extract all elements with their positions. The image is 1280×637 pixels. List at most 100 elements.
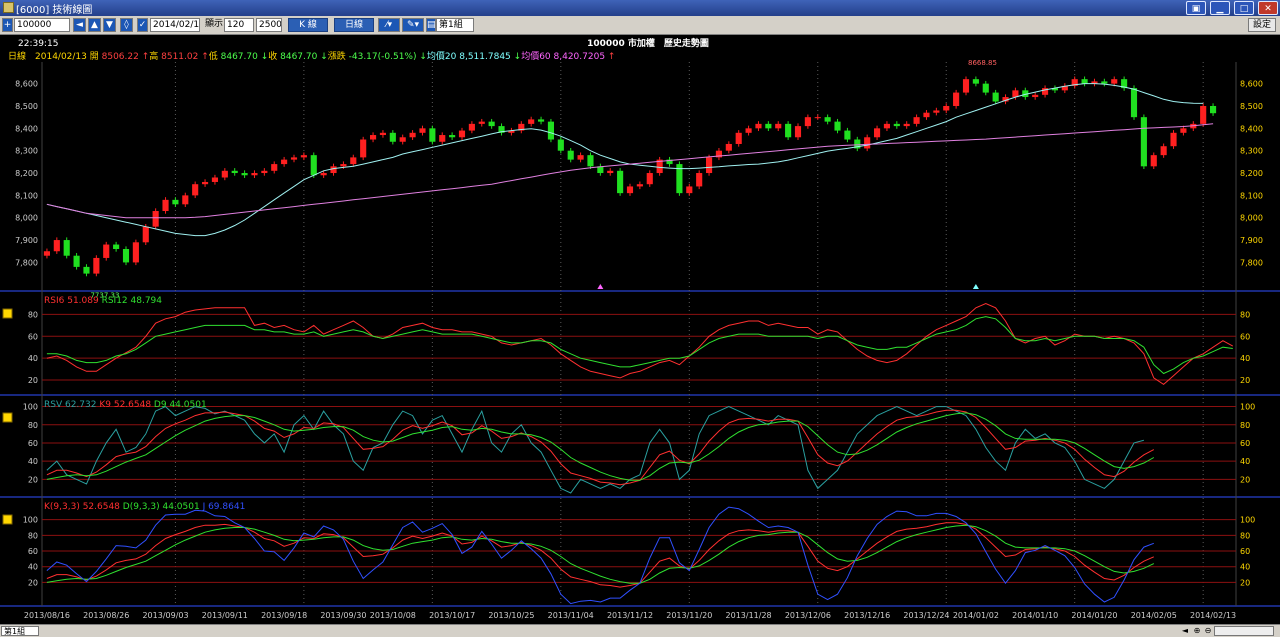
legend-value: 62.732 (65, 400, 99, 410)
candle-body (439, 135, 446, 142)
candle-body (409, 132, 416, 138)
x-tick-label: 2013/10/17 (429, 611, 475, 620)
x-tick-label: 2013/11/04 (548, 611, 594, 620)
x-tick-label: 2013/08/16 (24, 611, 70, 620)
y-tick-label-right: 8,100 (1240, 191, 1263, 200)
candle-body (873, 128, 881, 138)
x-tick-label: 2014/01/02 (953, 611, 999, 620)
candle-body (646, 173, 653, 185)
header-field: 開 (90, 51, 102, 62)
candle-body (281, 159, 288, 165)
x-tick-label: 2013/11/20 (666, 611, 712, 620)
candle-body (1032, 94, 1039, 98)
panel-toggle-icon (2, 308, 13, 319)
y-tick-label-left: 8,400 (15, 124, 38, 133)
legend-name: RSI12 (102, 296, 131, 306)
candle-body (53, 240, 60, 252)
candle-body (360, 139, 367, 158)
technical-chart: 22:39:15 100000 市加權 歷史走勢圖日線 2014/02/13 開 … (0, 37, 1280, 620)
settings-button[interactable]: 設定 (1248, 18, 1276, 32)
indicator-line (46, 409, 1155, 486)
y-tick-label-left: 7,800 (15, 258, 38, 267)
indicator-tick-right: 40 (1240, 354, 1250, 363)
up-icon[interactable]: ▲ (88, 18, 101, 32)
prev-symbol-icon[interactable]: ◄ (73, 18, 86, 32)
panel-toggle-icon (2, 514, 13, 525)
x-tick-label: 2014/01/10 (1012, 611, 1058, 620)
indicator-line (46, 412, 1155, 481)
candle-body (785, 123, 792, 138)
down-icon[interactable]: ▼ (103, 18, 116, 32)
panel-toggle-icon (2, 412, 13, 423)
x-tick-label: 2013/09/03 (142, 611, 188, 620)
candle-body (636, 184, 643, 187)
candle-body (162, 199, 169, 212)
draw-line-icon[interactable]: ⁄▾ (378, 18, 400, 32)
minimize-icon[interactable]: ▁ (1210, 1, 1230, 15)
x-tick-label: 2013/12/24 (903, 611, 949, 620)
show-label: 顯示 (205, 19, 223, 29)
candle-body (972, 79, 979, 84)
header-field: ↑ (201, 52, 209, 62)
candle-body (883, 123, 891, 129)
candle-body (982, 83, 989, 93)
scrollbar[interactable] (1214, 626, 1274, 636)
x-tick-label: 2013/10/25 (488, 611, 534, 620)
symbol-select[interactable]: 100000 (14, 18, 70, 32)
maximize-icon[interactable]: □ (1234, 1, 1254, 15)
zoom-in-icon[interactable]: ⊕ (1192, 626, 1202, 636)
legend-value: 52.6548 (83, 502, 123, 512)
header-field: 低 (209, 50, 221, 62)
indicator-tick-right: 80 (1240, 531, 1250, 540)
group-select[interactable]: 第1組 (436, 18, 474, 32)
y-tick-label-right: 8,200 (1240, 169, 1263, 178)
date-checkbox[interactable]: ✓ (137, 18, 148, 32)
candle-body (992, 92, 999, 102)
close-icon[interactable]: ✕ (1258, 1, 1278, 15)
bottom-group-select[interactable]: 第1組 (1, 626, 39, 636)
candle-body (458, 130, 466, 138)
x-tick-label: 2013/11/28 (726, 611, 772, 620)
indicator-tick-left: 20 (28, 376, 38, 385)
candle-body (804, 117, 811, 127)
crosshair-icon[interactable]: + (2, 18, 13, 32)
total-count-input[interactable]: 2500 (256, 18, 282, 32)
y-tick-label-left: 8,500 (15, 102, 38, 111)
candle-body (73, 255, 80, 267)
candle-body (142, 226, 149, 243)
indicator-tick-right: 40 (1240, 563, 1250, 572)
header-field: 8467.70 (280, 52, 320, 62)
candle-body (103, 244, 110, 258)
ma60-line (46, 123, 1214, 219)
k-line-button[interactable]: K 線 (288, 18, 328, 32)
window-titlebar: [6000] 技術線圖 ▣ ▁ □ ✕ (0, 0, 1280, 16)
candle-body (369, 135, 377, 140)
candle-body (913, 117, 920, 124)
candle-body (1130, 88, 1138, 118)
pen-icon[interactable]: ✎▾ (402, 18, 424, 32)
restore-icon[interactable]: ▣ (1186, 1, 1206, 15)
scroll-left-icon[interactable]: ◄ (1180, 626, 1190, 636)
candle-body (705, 157, 713, 174)
candle-body (745, 128, 752, 133)
candle-body (962, 79, 970, 93)
show-count-input[interactable]: 120 (224, 18, 254, 32)
price-header: 日線 2014/02/13 開 8506.22 ↑高 8511.02 ↑低 84… (8, 50, 615, 62)
candle-body (775, 123, 782, 129)
date-select[interactable]: 2014/02/13 (150, 18, 200, 32)
header-field: 高 (149, 50, 161, 62)
y-tick-label-right: 7,900 (1240, 236, 1263, 245)
candle-body (567, 150, 574, 160)
x-tick-label: 2014/01/20 (1071, 611, 1117, 620)
layout-icon[interactable]: ▤ (426, 18, 436, 32)
zoom-out-icon[interactable]: ⊖ (1203, 626, 1213, 636)
indicator-tick-right: 20 (1240, 578, 1250, 587)
toolbar: + 100000 ◄ ▲ ▼ ◊ ✓ 2014/02/13 顯示 120 250… (0, 16, 1280, 35)
header-field: 8511.02 (161, 52, 201, 62)
indicator-tick-right: 60 (1240, 547, 1250, 556)
indicator-tick-left: 80 (28, 531, 38, 540)
period-button[interactable]: 日線 (334, 18, 374, 32)
zoom-icon[interactable]: ◊ (120, 18, 133, 32)
candle-body (182, 195, 189, 205)
candle-body (271, 164, 278, 171)
